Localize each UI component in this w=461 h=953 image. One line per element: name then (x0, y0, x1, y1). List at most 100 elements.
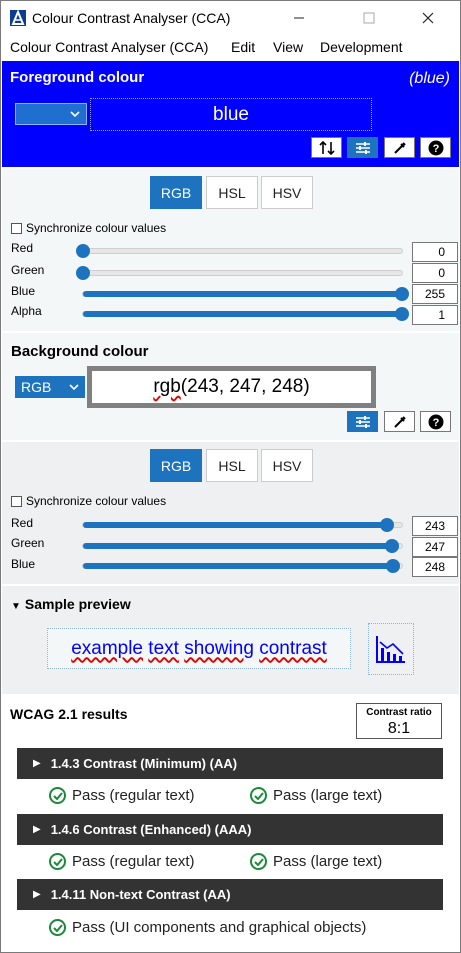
background-format-select[interactable]: RGB (15, 376, 85, 398)
bg-sync-label: Synchronize colour values (26, 494, 167, 508)
bg-tab-rgb[interactable]: RGB (150, 449, 202, 482)
background-colour-input[interactable]: rgb (243, 247, 248) (87, 366, 376, 408)
slider-thumb[interactable] (380, 518, 394, 532)
sample-text-box: example text showing contrast (47, 628, 351, 669)
bg-green-value[interactable]: 247 (412, 537, 458, 557)
slider-thumb[interactable] (395, 287, 409, 301)
criterion-label: 1.4.6 Contrast (Enhanced) (AAA) (50, 822, 252, 837)
result-pass: Pass (regular text) (49, 853, 195, 870)
foreground-title: Foreground colour (10, 69, 145, 86)
fg-red-slider[interactable] (76, 244, 403, 258)
bg-tab-hsv[interactable]: HSV (261, 449, 313, 482)
close-icon (422, 12, 434, 24)
bg-blue-slider[interactable] (82, 559, 403, 573)
foreground-colour-name: (blue) (409, 70, 450, 87)
fg-red-label: Red (11, 241, 34, 255)
window-title: Colour Contrast Analyser (CCA) (32, 10, 231, 26)
result-pass: Pass (large text) (250, 787, 382, 804)
sample-preview-toggle[interactable]: ▼ Sample preview (11, 596, 131, 612)
bg-red-value[interactable]: 243 (412, 516, 458, 536)
bg-blue-value[interactable]: 248 (412, 557, 458, 577)
contrast-ratio-box: Contrast ratio 8:1 (356, 703, 442, 739)
chevron-down-icon (70, 111, 80, 117)
title-bar: Colour Contrast Analyser (CCA) (1, 1, 460, 35)
bg-sync-option[interactable]: Synchronize colour values (11, 494, 166, 508)
triangle-down-icon: ▼ (11, 601, 21, 612)
fg-blue-slider[interactable] (82, 287, 409, 301)
fg-green-value[interactable]: 0 (412, 263, 458, 283)
sample-word: example (71, 637, 144, 659)
menu-edit[interactable]: Edit (231, 39, 255, 55)
slider-thumb[interactable] (76, 244, 90, 258)
fg-sync-option[interactable]: Synchronize colour values (11, 221, 166, 235)
fg-tab-hsv[interactable]: HSV (261, 176, 313, 209)
foreground-eyedropper-button[interactable] (384, 137, 415, 158)
fg-tab-rgb[interactable]: RGB (150, 176, 202, 209)
swap-colours-button[interactable] (311, 137, 342, 158)
slider-thumb[interactable] (385, 539, 400, 553)
criterion-1-4-3-toggle[interactable]: ▶ 1.4.3 Contrast (Minimum) (AA) (17, 748, 443, 779)
menu-app[interactable]: Colour Contrast Analyser (CCA) (10, 39, 208, 55)
foreground-sliders-panel: RGB HSL HSV Synchronize colour values Re… (2, 169, 459, 331)
sample-word: contrast (259, 637, 327, 659)
foreground-format-select[interactable] (15, 103, 87, 125)
sample-preview-title: Sample preview (24, 596, 131, 612)
criterion-1-4-11-toggle[interactable]: ▶ 1.4.11 Non-text Contrast (AA) (17, 879, 443, 910)
result-text: Pass (large text) (273, 853, 383, 870)
foreground-sliders-toggle[interactable] (347, 137, 378, 158)
fg-alpha-value[interactable]: 1 (412, 305, 458, 325)
background-eyedropper-button[interactable] (384, 411, 415, 432)
menu-view[interactable]: View (273, 39, 303, 55)
swap-arrows-icon (318, 140, 335, 155)
background-sliders-toggle[interactable] (347, 411, 378, 432)
bg-sync-checkbox[interactable] (11, 495, 22, 507)
fg-sync-checkbox[interactable] (11, 222, 22, 234)
foreground-colour-input[interactable]: blue (90, 98, 372, 131)
background-format-value: RGB (21, 379, 52, 395)
result-pass: Pass (large text) (250, 853, 382, 870)
app-window: Colour Contrast Analyser (CCA) Colour Co… (0, 0, 461, 953)
triangle-right-icon: ▶ (33, 758, 41, 769)
bg-green-slider[interactable] (82, 539, 403, 553)
background-panel: Background colour RGB rgb (243, 247, 248)… (2, 333, 459, 440)
criterion-1-4-6-toggle[interactable]: ▶ 1.4.6 Contrast (Enhanced) (AAA) (17, 814, 443, 845)
minimize-button[interactable] (276, 1, 322, 35)
check-circle-icon (49, 853, 66, 870)
fg-red-value[interactable]: 0 (412, 242, 458, 262)
foreground-help-button[interactable]: ? (420, 137, 451, 158)
contrast-ratio-label: Contrast ratio (366, 707, 432, 718)
bg-red-slider[interactable] (82, 518, 403, 532)
fg-blue-value[interactable]: 255 (412, 284, 458, 304)
fg-green-slider[interactable] (76, 266, 403, 280)
bg-tab-hsl[interactable]: HSL (206, 449, 258, 482)
sample-word: showing (184, 637, 254, 659)
sliders-icon (355, 141, 370, 154)
triangle-right-icon: ▶ (33, 824, 41, 835)
sample-word: text (148, 637, 179, 659)
eyedropper-icon (393, 415, 406, 428)
sliders-icon (355, 415, 370, 428)
sample-preview-panel: ▼ Sample preview example text showing con… (2, 586, 459, 694)
background-sliders-panel: RGB HSL HSV Synchronize colour values Re… (2, 442, 459, 584)
background-title: Background colour (11, 343, 149, 360)
background-value-fn: rgb (153, 376, 181, 397)
menu-development[interactable]: Development (320, 39, 403, 55)
slider-thumb[interactable] (76, 266, 90, 280)
fg-tab-hsl[interactable]: HSL (206, 176, 258, 209)
close-button[interactable] (405, 1, 451, 35)
slider-thumb[interactable] (395, 307, 409, 321)
check-circle-icon (250, 787, 267, 804)
app-logo-icon (10, 10, 26, 26)
slider-thumb[interactable] (386, 559, 401, 573)
foreground-panel: Foreground colour (blue) blue ? (2, 61, 459, 167)
chevron-down-icon (69, 384, 79, 390)
maximize-button[interactable] (346, 1, 392, 35)
contrast-ratio-value: 8:1 (387, 720, 411, 737)
bg-green-label: Green (11, 536, 45, 550)
sample-graphic-box (368, 623, 414, 675)
svg-text:?: ? (432, 143, 439, 155)
background-value-args: (243, 247, 248) (180, 376, 310, 397)
result-text: Pass (regular text) (72, 787, 195, 804)
fg-alpha-slider[interactable] (82, 307, 409, 321)
background-help-button[interactable]: ? (420, 411, 451, 432)
